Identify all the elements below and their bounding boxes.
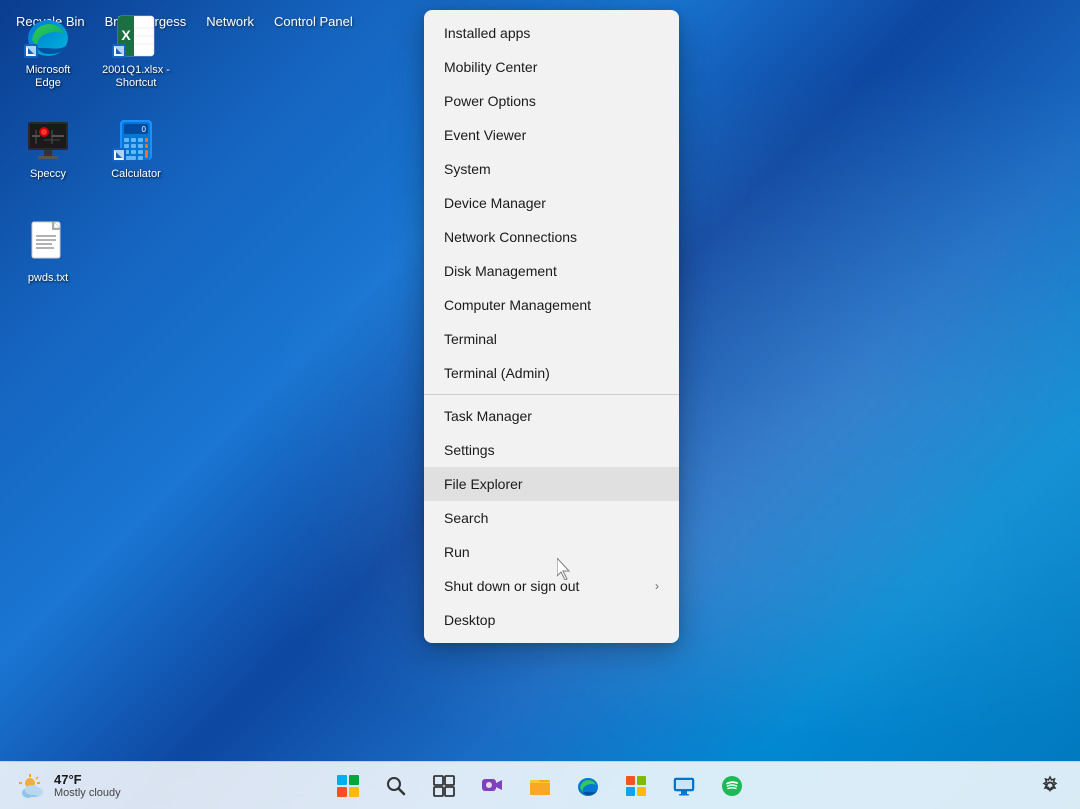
meet-button[interactable] — [470, 764, 514, 808]
task-view-button[interactable] — [422, 764, 466, 808]
menu-item-shut-down[interactable]: Shut down or sign out › — [424, 569, 679, 603]
edge-label: Microsoft Edge — [12, 64, 84, 90]
menu-label-run: Run — [444, 544, 470, 560]
menu-item-mobility-center[interactable]: Mobility Center — [424, 50, 679, 84]
weather-description: Mostly cloudy — [54, 787, 121, 799]
weather-temp: 47°F — [54, 772, 121, 787]
network-label: Network — [206, 14, 254, 29]
menu-label-desktop: Desktop — [444, 612, 495, 628]
svg-text:X: X — [121, 27, 131, 43]
excel-icon-image: X — [112, 12, 160, 60]
menu-label-settings: Settings — [444, 442, 495, 458]
menu-label-disk-management: Disk Management — [444, 263, 557, 279]
store-taskbar-button[interactable] — [614, 764, 658, 808]
calculator-icon-desktop[interactable]: 0 — [96, 112, 176, 212]
desktop-icons-area: Microsoft Edge X — [0, 0, 184, 324]
edge-taskbar-button[interactable] — [566, 764, 610, 808]
menu-label-terminal: Terminal — [444, 331, 497, 347]
menu-item-disk-management[interactable]: Disk Management — [424, 254, 679, 288]
taskbar: 47°F Mostly cloudy — [0, 761, 1080, 809]
menu-label-mobility-center: Mobility Center — [444, 59, 537, 75]
start-button[interactable] — [326, 764, 370, 808]
txt-icon-desktop[interactable]: pwds.txt — [8, 216, 88, 316]
menu-label-file-explorer: File Explorer — [444, 476, 523, 492]
menu-label-shut-down: Shut down or sign out — [444, 578, 579, 594]
menu-label-system: System — [444, 161, 491, 177]
weather-icon — [16, 770, 48, 802]
edge-icon-desktop[interactable]: Microsoft Edge — [8, 8, 88, 108]
menu-label-terminal-admin: Terminal (Admin) — [444, 365, 550, 381]
svg-text:0: 0 — [142, 125, 147, 134]
menu-item-device-manager[interactable]: Device Manager — [424, 186, 679, 220]
menu-label-network-connections: Network Connections — [444, 229, 577, 245]
menu-label-task-manager: Task Manager — [444, 408, 532, 424]
menu-label-power-options: Power Options — [444, 93, 536, 109]
settings-taskbar-button[interactable] — [1028, 764, 1072, 808]
speccy-icon-desktop[interactable]: Speccy — [8, 112, 88, 212]
menu-label-computer-management: Computer Management — [444, 297, 591, 313]
menu-item-file-explorer[interactable]: File Explorer — [424, 467, 679, 501]
menu-item-power-options[interactable]: Power Options — [424, 84, 679, 118]
spotify-taskbar-button[interactable] — [710, 764, 754, 808]
menu-label-installed-apps: Installed apps — [444, 25, 530, 41]
menu-item-task-manager[interactable]: Task Manager — [424, 399, 679, 433]
remote-taskbar-button[interactable] — [662, 764, 706, 808]
taskbar-right — [1028, 764, 1072, 808]
txt-label: pwds.txt — [28, 272, 68, 285]
file-explorer-taskbar-button[interactable] — [518, 764, 562, 808]
menu-separator-1 — [424, 394, 679, 395]
menu-item-terminal-admin[interactable]: Terminal (Admin) — [424, 356, 679, 390]
taskbar-search-button[interactable] — [374, 764, 418, 808]
menu-item-run[interactable]: Run — [424, 535, 679, 569]
excel-icon-desktop[interactable]: X 2001Q1.xlsx - Shortcut — [96, 8, 176, 108]
control-panel-label: Control Panel — [274, 14, 353, 29]
weather-widget[interactable]: 47°F Mostly cloudy — [8, 768, 129, 804]
calculator-label: Calculator — [111, 168, 161, 181]
edge-icon-image — [24, 12, 72, 60]
menu-item-settings[interactable]: Settings — [424, 433, 679, 467]
menu-label-search: Search — [444, 510, 488, 526]
speccy-icon-image — [24, 116, 72, 164]
menu-item-desktop[interactable]: Desktop — [424, 603, 679, 637]
shut-down-arrow: › — [655, 579, 659, 593]
txt-icon-image — [24, 220, 72, 268]
menu-item-search[interactable]: Search — [424, 501, 679, 535]
menu-label-event-viewer: Event Viewer — [444, 127, 526, 143]
desktop: Recycle Bin Brian Burgess Network Contro… — [0, 0, 1080, 809]
menu-item-terminal[interactable]: Terminal — [424, 322, 679, 356]
menu-label-device-manager: Device Manager — [444, 195, 546, 211]
menu-item-computer-management[interactable]: Computer Management — [424, 288, 679, 322]
excel-label: 2001Q1.xlsx - Shortcut — [100, 64, 172, 90]
menu-item-network-connections[interactable]: Network Connections — [424, 220, 679, 254]
context-menu: Installed apps Mobility Center Power Opt… — [424, 10, 679, 643]
weather-text: 47°F Mostly cloudy — [54, 772, 121, 799]
speccy-label: Speccy — [30, 168, 66, 181]
calculator-icon-image: 0 — [112, 116, 160, 164]
menu-item-event-viewer[interactable]: Event Viewer — [424, 118, 679, 152]
taskbar-center — [326, 764, 754, 808]
menu-item-system[interactable]: System — [424, 152, 679, 186]
menu-item-installed-apps[interactable]: Installed apps — [424, 16, 679, 50]
